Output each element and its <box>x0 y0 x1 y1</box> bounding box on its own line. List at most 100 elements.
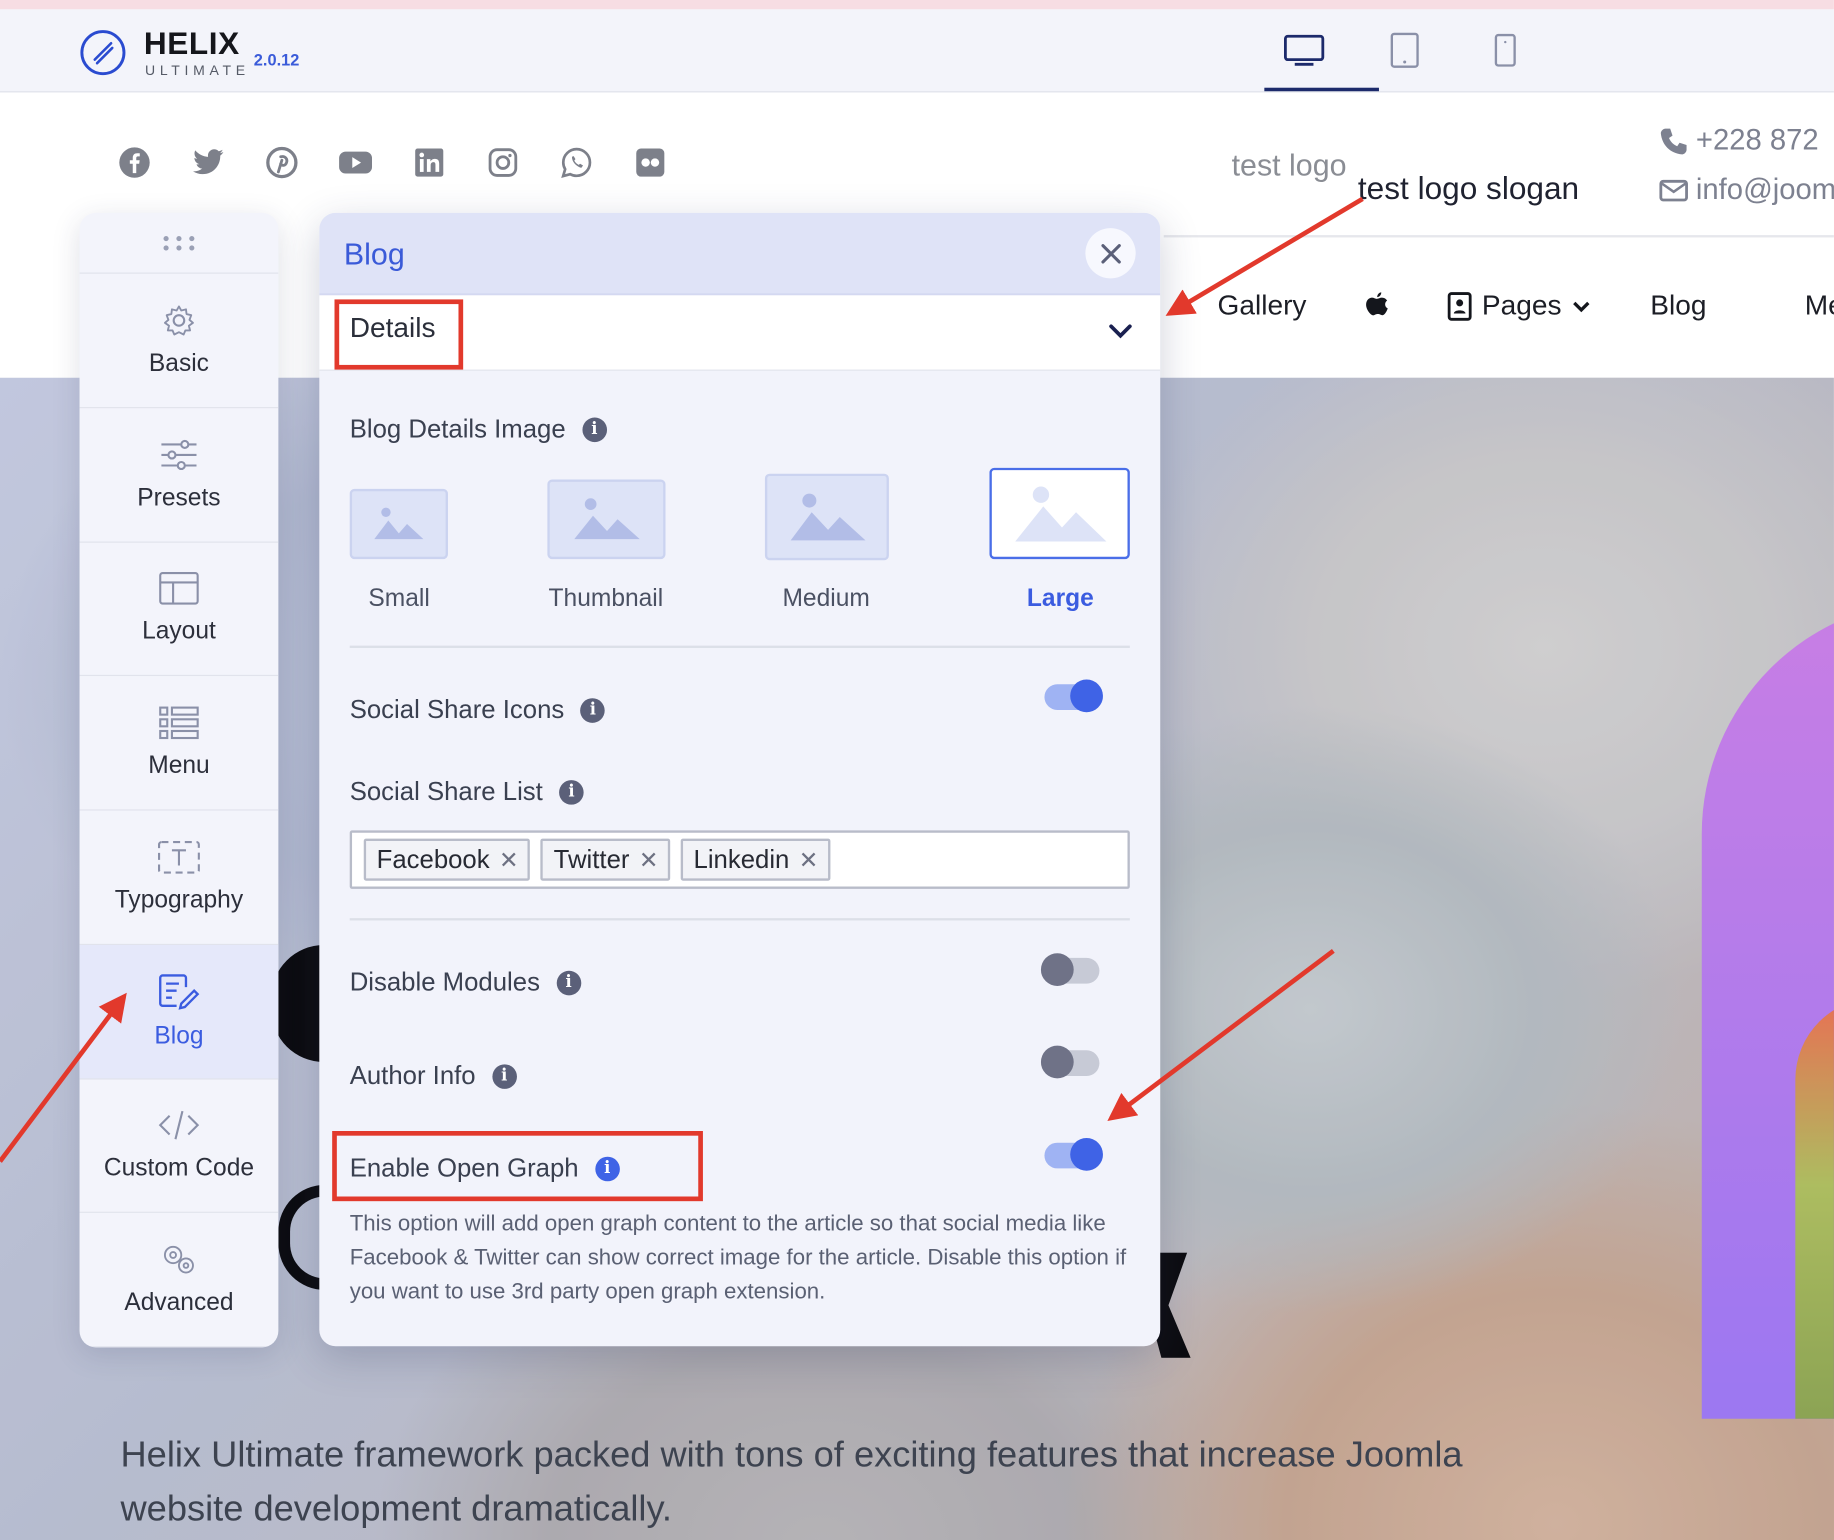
nav-blog[interactable]: Blog <box>1650 290 1706 323</box>
sidebar-item-custom-code[interactable]: Custom Code <box>79 1079 279 1214</box>
author-info-toggle[interactable] <box>1040 1045 1100 1079</box>
remove-tag-icon[interactable]: ✕ <box>799 845 819 874</box>
tablet-icon <box>1390 32 1419 68</box>
grip-dots-icon <box>163 235 195 250</box>
section-divider <box>349 918 1130 921</box>
sidebar-item-advanced[interactable]: Advanced <box>79 1213 279 1348</box>
sidebar-item-basic[interactable]: Basic <box>79 274 279 408</box>
sidebar-item-menu[interactable]: Menu <box>79 676 279 811</box>
open-graph-toggle[interactable] <box>1044 1138 1103 1171</box>
image-size-large[interactable] <box>989 467 1130 560</box>
hero-heading-fragment-2 <box>278 1184 326 1302</box>
brand-subtitle: ULTIMATE <box>145 61 250 79</box>
youtube-icon[interactable] <box>338 145 373 180</box>
tag-linkedin: Linkedin ✕ <box>680 838 831 881</box>
mobile-view-button[interactable] <box>1482 30 1529 70</box>
nav-gallery-label: Gallery <box>1217 290 1307 322</box>
image-placeholder-icon <box>374 507 424 540</box>
open-graph-row: Enable Open Graph i <box>350 1153 620 1183</box>
site-slogan: test logo slogan <box>1357 170 1580 206</box>
info-icon[interactable]: i <box>582 416 607 442</box>
remove-tag-icon[interactable]: ✕ <box>499 845 519 874</box>
info-icon[interactable]: i <box>556 970 581 995</box>
sidebar-item-label: Advanced <box>124 1289 234 1316</box>
nav-blog-label: Blog <box>1650 290 1707 322</box>
author-info-row: Author Info i <box>350 1061 517 1091</box>
nav-more[interactable]: Me <box>1805 290 1834 323</box>
panel-title: Blog <box>343 236 405 272</box>
disable-modules-toggle[interactable] <box>1040 953 1100 986</box>
sidebar-item-label: Layout <box>142 617 216 645</box>
sidebar-item-layout[interactable]: Layout <box>79 542 279 677</box>
social-share-icons-label: Social Share Icons <box>349 694 565 724</box>
sliders-icon <box>161 439 197 470</box>
social-share-icons-row: Social Share Icons i <box>349 694 606 725</box>
flickr-icon[interactable] <box>633 145 668 180</box>
section-divider <box>349 645 1130 648</box>
pages-icon <box>1447 292 1472 321</box>
sidebar-item-typography[interactable]: Typography <box>79 811 279 945</box>
social-share-list-row: Social Share List i <box>350 777 584 807</box>
sidebar-item-blog[interactable]: Blog <box>79 944 279 1079</box>
close-icon <box>1100 243 1121 263</box>
tablet-view-button[interactable] <box>1381 30 1428 70</box>
social-share-list-label: Social Share List <box>349 776 543 806</box>
tag-label: Linkedin <box>693 844 790 874</box>
info-icon[interactable]: i <box>594 1156 620 1181</box>
open-graph-label: Enable Open Graph <box>349 1153 579 1183</box>
nav-apple[interactable] <box>1364 290 1390 320</box>
sidebar-item-label: Presets <box>137 483 221 511</box>
code-icon <box>158 1111 200 1140</box>
sidebar-item-presets[interactable]: Presets <box>79 408 279 543</box>
nav-more-label: Me <box>1804 290 1834 322</box>
blog-details-image-label-row: Blog Details Image i <box>350 414 607 444</box>
facebook-icon[interactable] <box>117 145 152 180</box>
phone-icon <box>1660 128 1687 154</box>
nav-pages[interactable]: Pages <box>1447 290 1592 323</box>
sidebar-item-label: Blog <box>154 1021 204 1049</box>
contact-email[interactable]: info@joom <box>1658 173 1834 207</box>
header-divider <box>1163 235 1834 238</box>
linkedin-icon[interactable] <box>412 145 447 180</box>
image-size-medium-label: Medium <box>782 584 870 612</box>
image-size-small[interactable] <box>349 488 448 560</box>
contact-phone[interactable]: +228 872 <box>1658 123 1819 158</box>
editor-topbar: HELIX ULTIMATE 2.0.12 <box>0 9 1834 93</box>
envelope-icon <box>1659 179 1688 201</box>
image-size-small-label: Small <box>368 584 430 612</box>
info-icon[interactable]: i <box>580 697 606 723</box>
top-strip <box>0 0 1834 10</box>
instagram-icon[interactable] <box>485 145 520 180</box>
nav-pages-label: Pages <box>1481 290 1562 322</box>
helix-logo-icon <box>80 30 126 76</box>
tag-label: Facebook <box>376 844 490 874</box>
whatsapp-icon[interactable] <box>559 145 594 180</box>
nav-gallery[interactable]: Gallery <box>1218 290 1307 323</box>
pinterest-icon[interactable] <box>264 145 299 180</box>
info-icon[interactable]: i <box>559 779 584 805</box>
hero-heading-fragment <box>271 927 324 1091</box>
blog-settings-panel: Blog Details Blog Details Image i Small … <box>319 212 1161 1347</box>
social-share-list-input[interactable]: Facebook ✕ Twitter ✕ Linkedin ✕ <box>349 830 1130 889</box>
info-icon[interactable]: i <box>491 1063 517 1089</box>
desktop-view-button[interactable] <box>1264 30 1379 92</box>
image-placeholder-icon <box>573 498 640 540</box>
details-accordion-header[interactable]: Details <box>319 295 1161 371</box>
remove-tag-icon[interactable]: ✕ <box>639 845 659 874</box>
twitter-icon[interactable] <box>191 145 226 180</box>
version-label: 2.0.12 <box>253 50 300 70</box>
sidebar-item-label: Basic <box>148 349 209 377</box>
screenshot-stage: HELIX ULTIMATE 2.0.12 test logo test log… <box>0 0 1834 1540</box>
sidebar-item-label: Custom Code <box>103 1154 255 1182</box>
phone-number: +228 872 <box>1695 123 1819 157</box>
image-size-medium[interactable] <box>764 473 889 561</box>
social-share-icons-toggle[interactable] <box>1044 679 1103 713</box>
site-logo-text[interactable]: test logo <box>1232 147 1347 183</box>
image-size-thumbnail[interactable] <box>547 479 666 560</box>
advanced-gears-icon <box>163 1246 194 1274</box>
close-button[interactable] <box>1085 228 1136 279</box>
tag-facebook: Facebook ✕ <box>363 838 531 881</box>
drag-handle[interactable] <box>79 213 279 274</box>
accordion-title: Details <box>349 312 436 344</box>
image-size-thumbnail-label: Thumbnail <box>548 584 664 612</box>
